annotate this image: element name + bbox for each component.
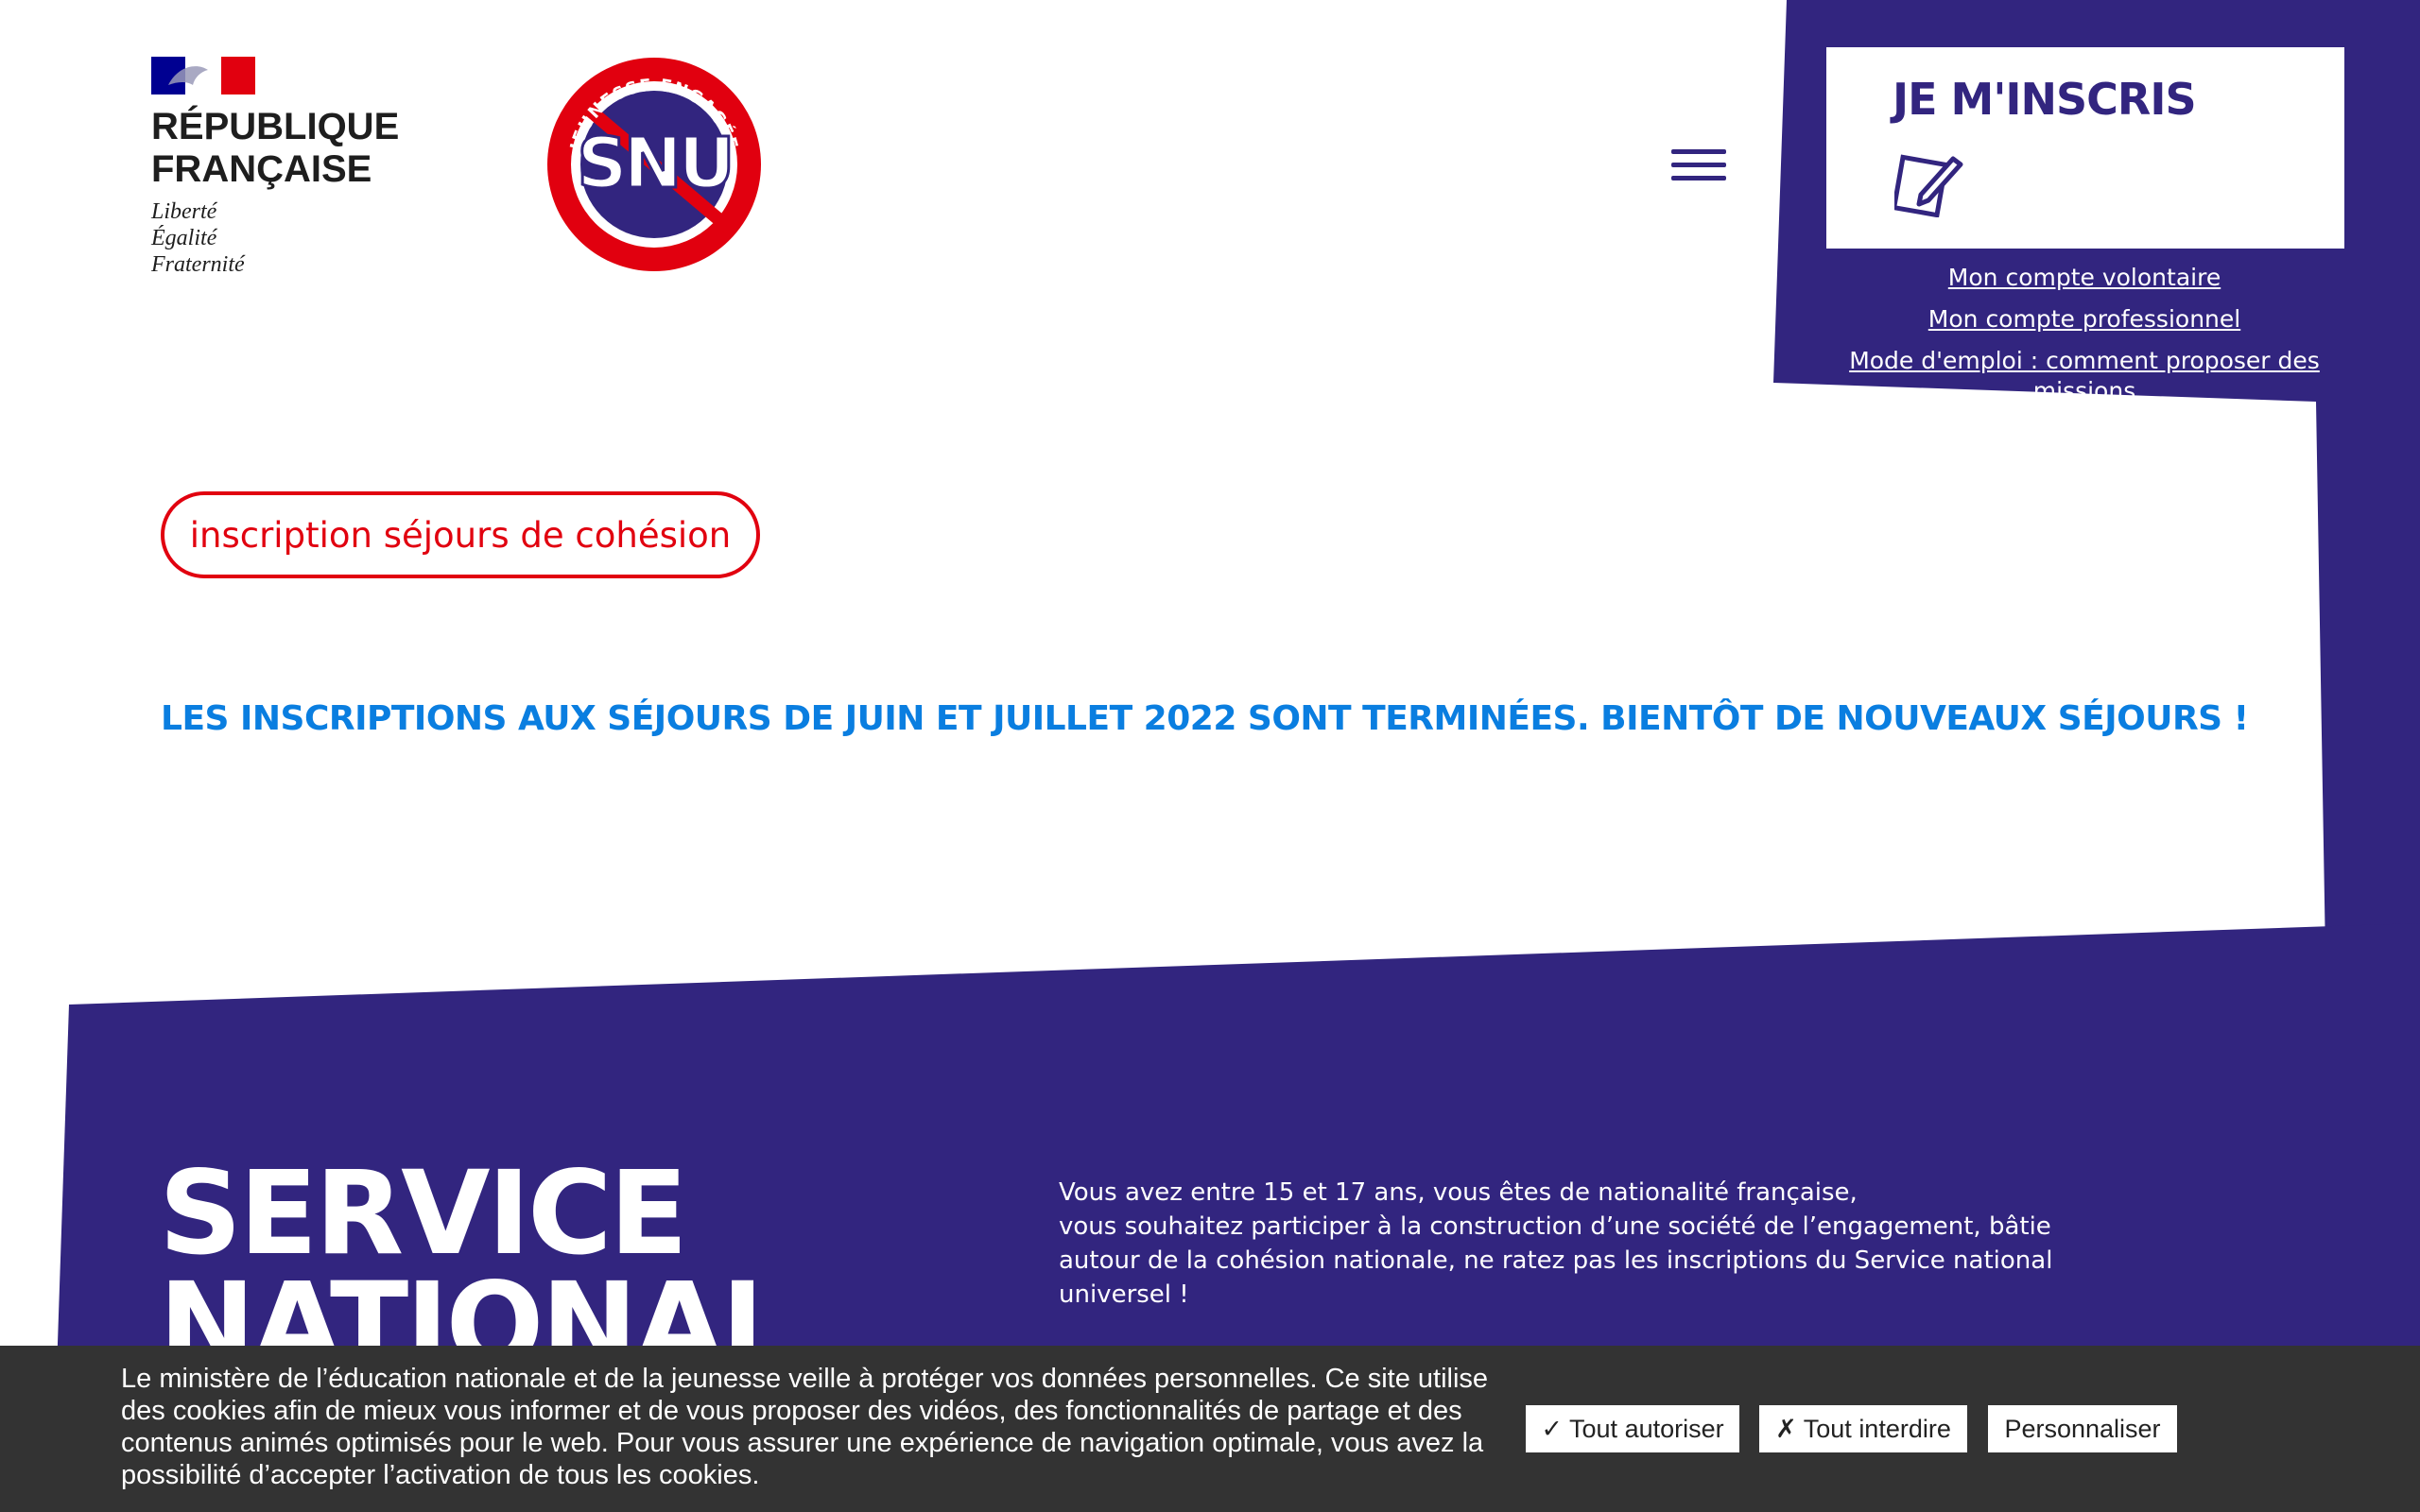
cookie-customize-button[interactable]: Personnaliser bbox=[1988, 1405, 2177, 1452]
je-minscris-button[interactable]: JE M'INSCRIS bbox=[1826, 47, 2344, 249]
hero-description: Vous avez entre 15 et 17 ans, vous êtes … bbox=[1059, 1178, 2053, 1309]
marianne-flag-icon bbox=[151, 57, 255, 94]
hamburger-icon[interactable] bbox=[1671, 147, 1728, 185]
republique-francaise-title: RÉPUBLIQUE FRANÇAISE bbox=[151, 106, 400, 190]
cookie-deny-all-button[interactable]: ✗ Tout interdire bbox=[1759, 1405, 1967, 1452]
cookie-banner: Le ministère de l’éducation nationale et… bbox=[0, 1346, 2420, 1512]
snu-letters: SNU bbox=[577, 123, 731, 204]
snu-logo-icon: JEUNESSE ENGAGÉE SNU bbox=[547, 58, 761, 271]
edit-form-icon bbox=[1894, 154, 1963, 217]
inscription-sejours-button[interactable]: inscription séjours de cohésion bbox=[161, 491, 760, 578]
account-links: Mon compte volontaire Mon compte profess… bbox=[1824, 263, 2344, 403]
republique-francaise-logo[interactable]: RÉPUBLIQUE FRANÇAISE Liberté Égalité Fra… bbox=[151, 57, 416, 284]
snu-logo[interactable]: JEUNESSE ENGAGÉE SNU bbox=[544, 55, 764, 274]
link-mon-compte-professionnel[interactable]: Mon compte professionnel bbox=[1824, 304, 2344, 335]
link-mode-emploi[interactable]: Mode d'emploi : comment proposer des mis… bbox=[1824, 346, 2344, 403]
cookie-accept-all-button[interactable]: ✓ Tout autoriser bbox=[1526, 1405, 1739, 1452]
cookie-text: Le ministère de l’éducation nationale et… bbox=[121, 1364, 1489, 1490]
link-mon-compte-volontaire[interactable]: Mon compte volontaire bbox=[1824, 263, 2344, 293]
republique-motto: Liberté Égalité Fraternité bbox=[151, 199, 245, 277]
announcement-heading: LES INSCRIPTIONS AUX SÉJOURS DE JUIN ET … bbox=[161, 699, 2249, 738]
je-minscris-label: JE M'INSCRIS bbox=[1893, 74, 2197, 125]
